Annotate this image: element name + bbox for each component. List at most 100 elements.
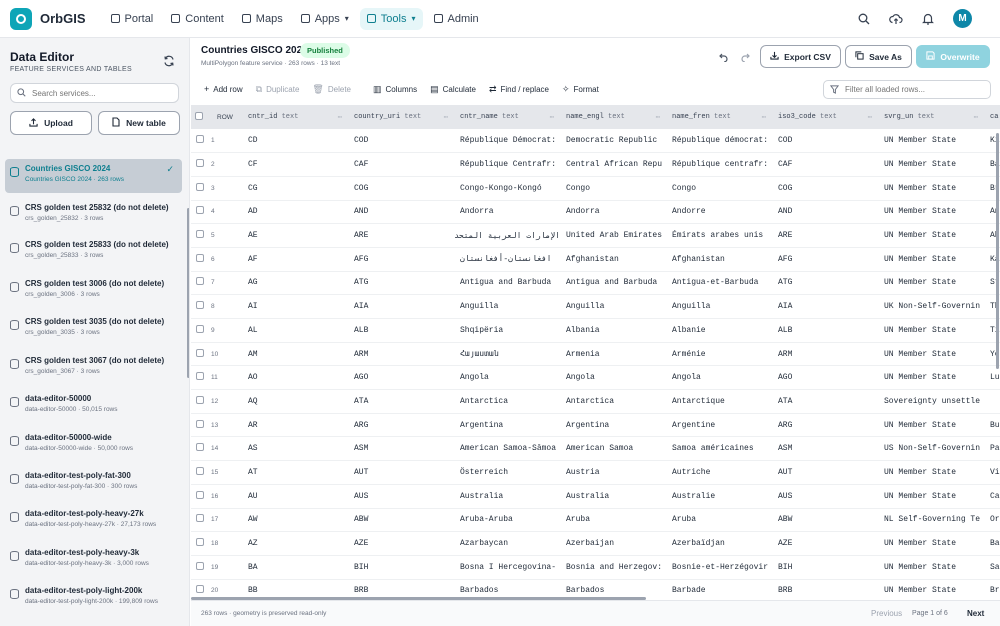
table-cell[interactable]: Armenia <box>560 342 666 367</box>
table-cell[interactable]: Br <box>984 579 1000 600</box>
table-cell[interactable]: ASM <box>772 436 878 462</box>
cloud-upload-icon[interactable] <box>889 12 903 26</box>
table-cell[interactable]: Andorra <box>454 200 560 225</box>
table-cell[interactable]: AW <box>242 508 348 533</box>
previous-page-button[interactable]: Previous <box>871 609 902 618</box>
column-menu-icon[interactable]: ⋯ <box>762 113 766 122</box>
row-checkbox[interactable] <box>196 253 204 262</box>
table-cell[interactable]: Bu <box>984 413 1000 438</box>
service-item[interactable]: CRS golden test 3006 (do not delete) crs_… <box>5 274 182 308</box>
table-cell[interactable]: ABW <box>772 508 878 533</box>
table-cell[interactable]: ASM <box>348 436 454 462</box>
column-header-ca[interactable]: ca <box>984 105 1000 129</box>
table-cell[interactable]: Bosnia and Herzegov: <box>560 555 666 580</box>
undo-icon[interactable] <box>717 52 728 65</box>
table-cell[interactable]: Antarctica <box>560 389 666 414</box>
table-cell[interactable]: Bosnie-et-Herzégovir <box>666 555 772 580</box>
columns-button[interactable]: ▥ Columns <box>373 84 417 95</box>
table-cell[interactable]: Bosna I Hercegovina- <box>454 555 560 580</box>
row-checkbox[interactable] <box>196 419 204 428</box>
service-item[interactable]: CRS golden test 3067 (do not delete) crs_… <box>5 351 182 385</box>
table-cell[interactable]: AT <box>242 460 348 485</box>
column-header-iso3_code[interactable]: iso3_code text ⋯ <box>772 105 878 129</box>
table-cell[interactable]: AS <box>242 436 348 462</box>
table-cell[interactable]: Argentina <box>454 413 560 438</box>
sidebar-scrollbar[interactable] <box>187 208 189 378</box>
table-cell[interactable]: UN Member State <box>878 579 984 600</box>
row-checkbox[interactable] <box>196 135 204 144</box>
row-checkbox[interactable] <box>196 514 204 523</box>
table-cell[interactable]: Austria <box>560 460 666 485</box>
table-cell[interactable]: Angola <box>666 365 772 391</box>
table-cell[interactable]: ARG <box>348 413 454 438</box>
table-cell[interactable]: الإمارات العربية المتحدة <box>454 223 560 248</box>
upload-button[interactable]: Upload <box>10 111 92 135</box>
table-cell[interactable]: Vi <box>984 460 1000 485</box>
row-checkbox[interactable] <box>196 324 204 333</box>
column-menu-icon[interactable]: ⋯ <box>974 113 978 122</box>
table-cell[interactable]: ALB <box>772 318 878 343</box>
row-checkbox[interactable] <box>196 538 204 547</box>
table-cell[interactable]: ARE <box>772 223 878 248</box>
app-name[interactable]: OrbGIS <box>40 11 86 26</box>
table-cell[interactable]: ALB <box>348 318 454 343</box>
service-item[interactable]: data-editor-test-poly-light-200k data-edi… <box>5 581 182 615</box>
refresh-icon[interactable] <box>163 55 175 70</box>
new-table-button[interactable]: New table <box>98 111 180 135</box>
table-cell[interactable]: ATG <box>348 271 454 296</box>
table-cell[interactable]: Afghanistan <box>560 247 666 272</box>
column-menu-icon[interactable]: ⋯ <box>338 113 342 122</box>
row-checkbox[interactable] <box>196 466 204 475</box>
table-cell[interactable]: Antigua and Barbuda <box>454 271 560 296</box>
table-cell[interactable]: Shqipëria <box>454 318 560 343</box>
row-checkbox[interactable] <box>196 490 204 499</box>
table-row[interactable]: 3 CG COG Congo-Kongo-Kongó Congo Congo COG UN M… <box>191 176 1000 201</box>
table-cell[interactable]: ARM <box>772 342 878 367</box>
nav-tools[interactable]: Tools ▾ <box>359 7 423 30</box>
table-cell[interactable]: Ba <box>984 531 1000 556</box>
table-cell[interactable]: UN Member State <box>878 413 984 438</box>
table-cell[interactable]: Democratic Republic <box>560 129 666 154</box>
row-checkbox[interactable] <box>196 230 204 239</box>
table-cell[interactable]: UN Member State <box>878 200 984 225</box>
table-cell[interactable]: Aruba <box>666 508 772 533</box>
table-cell[interactable]: République démocrat: <box>666 129 772 154</box>
user-avatar[interactable]: M <box>953 9 972 28</box>
table-cell[interactable]: CF <box>242 152 348 177</box>
format-button[interactable]: ✧ Format <box>562 84 599 95</box>
service-item[interactable]: data-editor-test-poly-heavy-3k data-edito… <box>5 543 182 577</box>
table-cell[interactable]: Australia <box>454 484 560 509</box>
table-cell[interactable]: UN Member State <box>878 152 984 177</box>
column-header-svrg_un[interactable]: svrg_un text ⋯ <box>878 105 984 129</box>
table-cell[interactable]: COG <box>348 176 454 201</box>
column-menu-icon[interactable]: ⋯ <box>550 113 554 122</box>
row-checkbox[interactable] <box>196 348 204 357</box>
column-header-cntr_id[interactable]: cntr_id text ⋯ <box>242 105 348 129</box>
column-menu-icon[interactable]: ⋯ <box>656 113 660 122</box>
nav-maps[interactable]: Maps <box>235 8 290 30</box>
select-all-checkbox[interactable] <box>195 111 203 120</box>
table-row[interactable]: 16 AU AUS Australia Australia Australie AUS UN … <box>191 484 1000 509</box>
table-cell[interactable]: AUT <box>348 460 454 485</box>
table-cell[interactable]: Barbade <box>666 579 772 600</box>
table-cell[interactable]: Samoa américaines <box>666 436 772 462</box>
table-cell[interactable]: Azarbaycan <box>454 531 560 556</box>
column-header-name_fren[interactable]: name_fren text ⋯ <box>666 105 772 129</box>
table-cell[interactable]: AGO <box>348 365 454 391</box>
table-cell[interactable]: American Samoa-Sāmoa <box>454 436 560 462</box>
bell-icon[interactable] <box>921 12 935 26</box>
table-cell[interactable]: AUS <box>772 484 878 509</box>
table-cell[interactable]: Andorre <box>666 200 772 225</box>
table-cell[interactable]: ATG <box>772 271 878 296</box>
table-cell[interactable]: CG <box>242 176 348 201</box>
table-cell[interactable]: Antarctica <box>454 389 560 414</box>
table-cell[interactable]: Ca <box>984 484 1000 509</box>
table-cell[interactable]: US Non-Self-Governin <box>878 436 984 462</box>
row-checkbox[interactable] <box>196 277 204 286</box>
next-page-button[interactable]: Next <box>967 609 984 618</box>
row-checkbox[interactable] <box>196 443 204 452</box>
row-checkbox[interactable] <box>196 372 204 381</box>
service-item[interactable]: CRS golden test 25832 (do not delete) crs… <box>5 198 182 232</box>
table-cell[interactable]: CAF <box>348 152 454 177</box>
column-header-name_engl[interactable]: name_engl text ⋯ <box>560 105 666 129</box>
